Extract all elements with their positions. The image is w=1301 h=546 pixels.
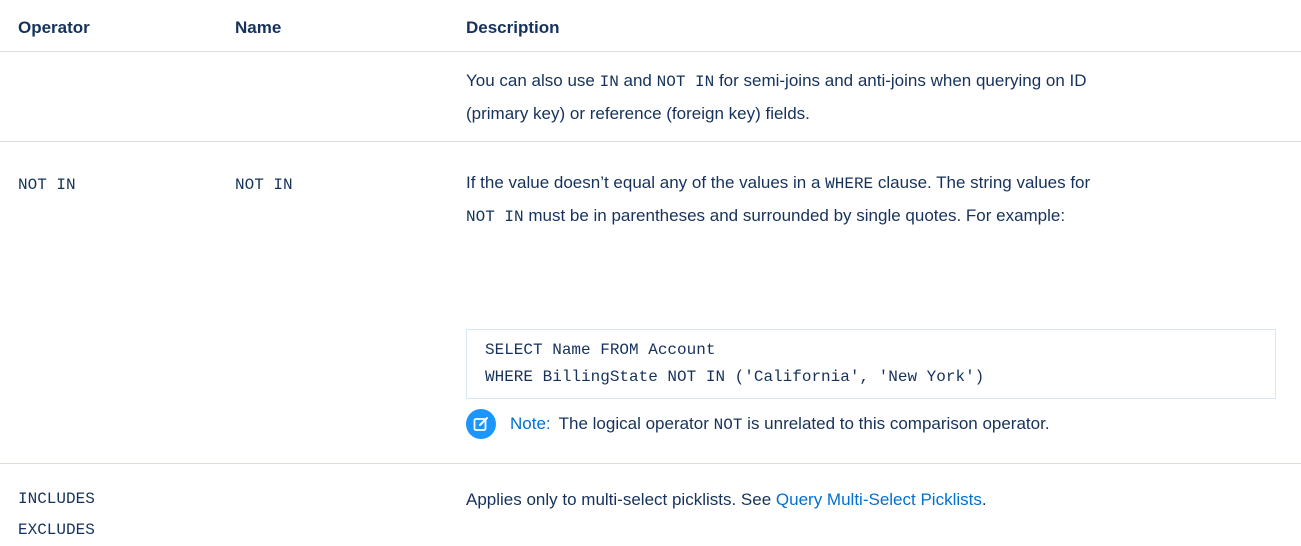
operators-table: Operator Name Description You can also u… (0, 0, 1301, 539)
in-desc-line1: You can also use IN and NOT IN for semi-… (466, 71, 1087, 91)
row-divider-2 (0, 463, 1301, 464)
includes-description: Applies only to multi-select picklists. … (466, 490, 987, 509)
not-in-operator: NOT IN (18, 176, 76, 194)
not-in-desc-line2: NOT IN must be in parentheses and surrou… (466, 206, 1066, 226)
not-in-desc-line1: If the value doesn’t equal any of the va… (466, 173, 1091, 193)
code-line-2: WHERE BillingState NOT IN ('California',… (485, 368, 985, 386)
note-label: Note: (510, 414, 551, 433)
code-not-in-2: NOT IN (466, 208, 524, 226)
code-in: IN (599, 73, 619, 91)
code-line-1: SELECT Name FROM Account (485, 341, 716, 359)
header-name: Name (235, 18, 282, 37)
header-operator: Operator (18, 18, 90, 37)
in-desc-line2: (primary key) or reference (foreign key)… (466, 104, 810, 123)
not-in-description: If the value doesn’t equal any of the va… (466, 167, 1276, 233)
edit-icon (466, 409, 496, 439)
header-description: Description (466, 18, 560, 37)
in-description: You can also use IN and NOT IN for semi-… (466, 65, 1276, 129)
includes-op: INCLUDES (18, 490, 95, 508)
query-multiselect-link[interactable]: Query Multi-Select Picklists (776, 490, 982, 509)
code-not-in: NOT IN (656, 73, 715, 91)
not-in-name: NOT IN (235, 176, 293, 194)
note-callout: Note: The logical operator NOT is unrela… (466, 409, 1050, 439)
includes-operator: INCLUDES EXCLUDES (18, 484, 95, 546)
code-example: SELECT Name FROM Account WHERE BillingSt… (466, 329, 1276, 399)
note-text: The logical operator NOT is unrelated to… (558, 414, 1050, 434)
code-not: NOT (713, 416, 743, 434)
header-divider (0, 51, 1301, 52)
code-where: WHERE (825, 175, 874, 193)
excludes-op: EXCLUDES (18, 521, 95, 539)
row-divider (0, 141, 1301, 142)
